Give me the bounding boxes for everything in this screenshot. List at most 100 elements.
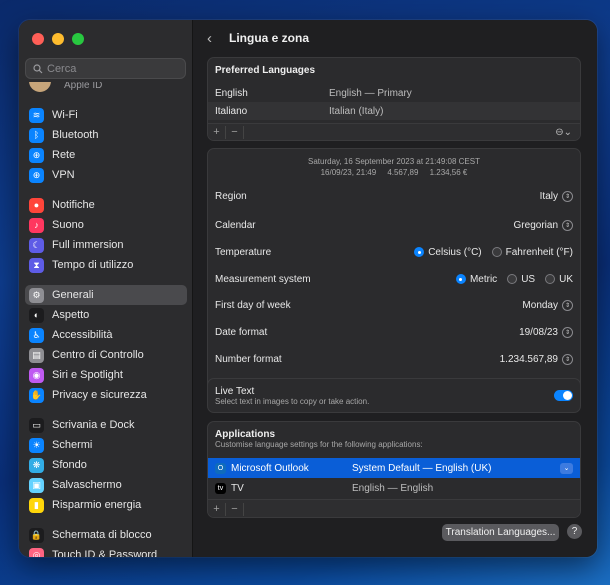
app-row-tv[interactable]: tv TV English — English (208, 478, 580, 498)
sidebar-separator (25, 275, 187, 285)
sidebar-item-accessibilit[interactable]: ♿ Accessibilità (25, 325, 187, 345)
sidebar-item-label: Notifiche (52, 199, 95, 211)
sidebar-item-label: Generali (52, 289, 94, 301)
sidebar-item-generali[interactable]: ⚙ Generali (25, 285, 187, 305)
radio-dot (507, 274, 518, 284)
add-application-button[interactable]: + (208, 502, 226, 516)
number-format-value: 1.234.567,89 (499, 353, 558, 365)
language-row[interactable]: English English — Primary (208, 84, 580, 102)
radio-dot (414, 247, 425, 257)
measurement-radio-group: Metric US UK (455, 274, 573, 285)
calendar-row: Calendar Gregorian ⇕ (208, 212, 580, 238)
radio-label: Celsius (°C) (428, 246, 482, 258)
add-language-button[interactable]: + (208, 125, 226, 139)
avatar (29, 82, 51, 92)
first-day-select[interactable]: Monday ⇕ (522, 299, 573, 311)
sidebar-item-schermi[interactable]: ☀ Schermi (25, 435, 187, 455)
sidebar-item-wi-fi[interactable]: ≋ Wi-Fi (25, 105, 187, 125)
date-format-select[interactable]: 19/08/23 ⇕ (519, 326, 573, 338)
radio-dot (545, 274, 556, 284)
apple-id-label: Apple ID (64, 82, 103, 91)
screensaver-icon: ▣ (29, 477, 44, 493)
sidebar-item-tempo-di-utilizzo[interactable]: ⧗ Tempo di utilizzo (25, 255, 187, 275)
minimize-window-button[interactable] (52, 33, 64, 45)
sidebar-item-risparmio-energia[interactable]: ▮ Risparmio energia (25, 495, 187, 515)
sidebar-item-notifiche[interactable]: ● Notifiche (25, 195, 187, 215)
preferred-languages-title: Preferred Languages (215, 65, 316, 76)
chevron-down-icon[interactable]: ⌄ (560, 462, 573, 474)
sidebar-item-bluetooth[interactable]: ᛒ Bluetooth (25, 125, 187, 145)
number-format-select[interactable]: 1.234.567,89 ⇕ (499, 353, 573, 365)
app-row-outlook[interactable]: O Microsoft Outlook System Default — Engl… (208, 458, 580, 478)
sidebar-item-label: Sfondo (52, 459, 87, 471)
sidebar-item-rete[interactable]: ⊕ Rete (25, 145, 187, 165)
sidebar-item-label: Aspetto (52, 309, 90, 321)
sidebar-item-touch-id-password[interactable]: ◎ Touch ID & Password (25, 545, 187, 557)
format-settings-card: Saturday, 16 September 2023 at 21:49:08 … (207, 148, 581, 392)
temperature-radio-group: Celsius (°C) Fahrenheit (°F) (414, 247, 573, 258)
sidebar-search[interactable] (25, 58, 186, 79)
sidebar-item-label: Rete (52, 149, 76, 161)
stepper-chevrons-icon: ⇕ (562, 190, 573, 202)
sidebar-item-label: Bluetooth (52, 129, 99, 141)
sidebar-item-salvaschermo[interactable]: ▣ Salvaschermo (25, 475, 187, 495)
sidebar-item-sfondo[interactable]: ❋ Sfondo (25, 455, 187, 475)
celsius-radio[interactable]: Celsius (°C) (414, 246, 482, 258)
region-value: Italy (539, 190, 558, 202)
sidebar-item-label: Privacy e sicurezza (52, 389, 147, 401)
battery-icon: ▮ (29, 497, 44, 513)
applications-header: Applications Customise language settings… (208, 422, 580, 458)
apple-id-item[interactable]: Apple ID (29, 82, 179, 92)
calendar-label: Calendar (215, 219, 256, 231)
language-row[interactable]: Italiano Italian (Italy) (208, 102, 580, 120)
sidebar-item-siri-e-spotlight[interactable]: ◉ Siri e Spotlight (25, 365, 187, 385)
remove-language-button[interactable]: − (226, 125, 244, 139)
live-text-toggle[interactable] (554, 390, 573, 401)
calendar-select[interactable]: Gregorian ⇕ (514, 219, 573, 231)
dock-icon: ▭ (29, 417, 44, 433)
wifi-icon: ≋ (29, 107, 44, 123)
sidebar-item-full-immersion[interactable]: ☾ Full immersion (25, 235, 187, 255)
sidebar-item-suono[interactable]: ♪ Suono (25, 215, 187, 235)
language-detail: English — Primary (329, 87, 412, 99)
help-button[interactable]: ? (567, 524, 582, 539)
region-select[interactable]: Italy ⇕ (539, 190, 573, 202)
remove-application-button[interactable]: − (226, 502, 244, 516)
fahrenheit-radio[interactable]: Fahrenheit (°F) (491, 247, 573, 258)
app-name: TV (231, 482, 244, 494)
us-radio[interactable]: US (507, 274, 535, 285)
metric-radio[interactable]: Metric (455, 274, 497, 285)
sidebar-item-label: Risparmio energia (52, 499, 142, 511)
sidebar-separator (25, 185, 187, 195)
sidebar-item-aspetto[interactable]: ◐ Aspetto (25, 305, 187, 325)
close-window-button[interactable] (32, 33, 44, 45)
privacy-hand-icon: ✋ (29, 387, 44, 403)
sidebar-item-label: Scrivania e Dock (52, 419, 135, 431)
sidebar-item-scrivania-e-dock[interactable]: ▭ Scrivania e Dock (25, 415, 187, 435)
displays-icon: ☀ (29, 437, 44, 453)
sidebar-item-schermata-di-blocco[interactable]: 🔒 Schermata di blocco (25, 525, 187, 545)
more-options-icon[interactable]: ⊖⌄ (555, 127, 572, 138)
sidebar-separator (25, 405, 187, 415)
temperature-row: Temperature Celsius (°C) Fahrenheit (°F) (208, 239, 580, 265)
screen-time-icon: ⧗ (29, 257, 44, 273)
app-language: System Default — English (UK) (352, 462, 492, 474)
chevron-left-icon[interactable]: ‹ (207, 30, 221, 47)
date-format-value: 19/08/23 (519, 326, 558, 338)
uk-radio[interactable]: UK (545, 274, 573, 285)
search-icon (33, 63, 43, 73)
format-preview-line2: 16/09/23, 21:49 4.567,89 1.234,56 € (320, 168, 468, 177)
live-text-subtitle: Select text in images to copy or take ac… (215, 396, 370, 406)
sidebar-item-centro-di-controllo[interactable]: ▤ Centro di Controllo (25, 345, 187, 365)
sidebar-item-privacy-e-sicurezza[interactable]: ✋ Privacy e sicurezza (25, 385, 187, 405)
search-input[interactable] (47, 62, 177, 75)
zoom-window-button[interactable] (72, 33, 84, 45)
sidebar-item-vpn[interactable]: ⊕ VPN (25, 165, 187, 185)
language-name: English (215, 87, 248, 99)
sidebar-item-label: Siri e Spotlight (52, 369, 123, 381)
first-day-row: First day of week Monday ⇕ (208, 292, 580, 318)
translation-languages-button[interactable]: Translation Languages... (442, 524, 559, 541)
stepper-chevrons-icon: ⇕ (562, 299, 573, 311)
notifications-icon: ● (29, 197, 44, 213)
bluetooth-icon: ᛒ (29, 127, 44, 143)
